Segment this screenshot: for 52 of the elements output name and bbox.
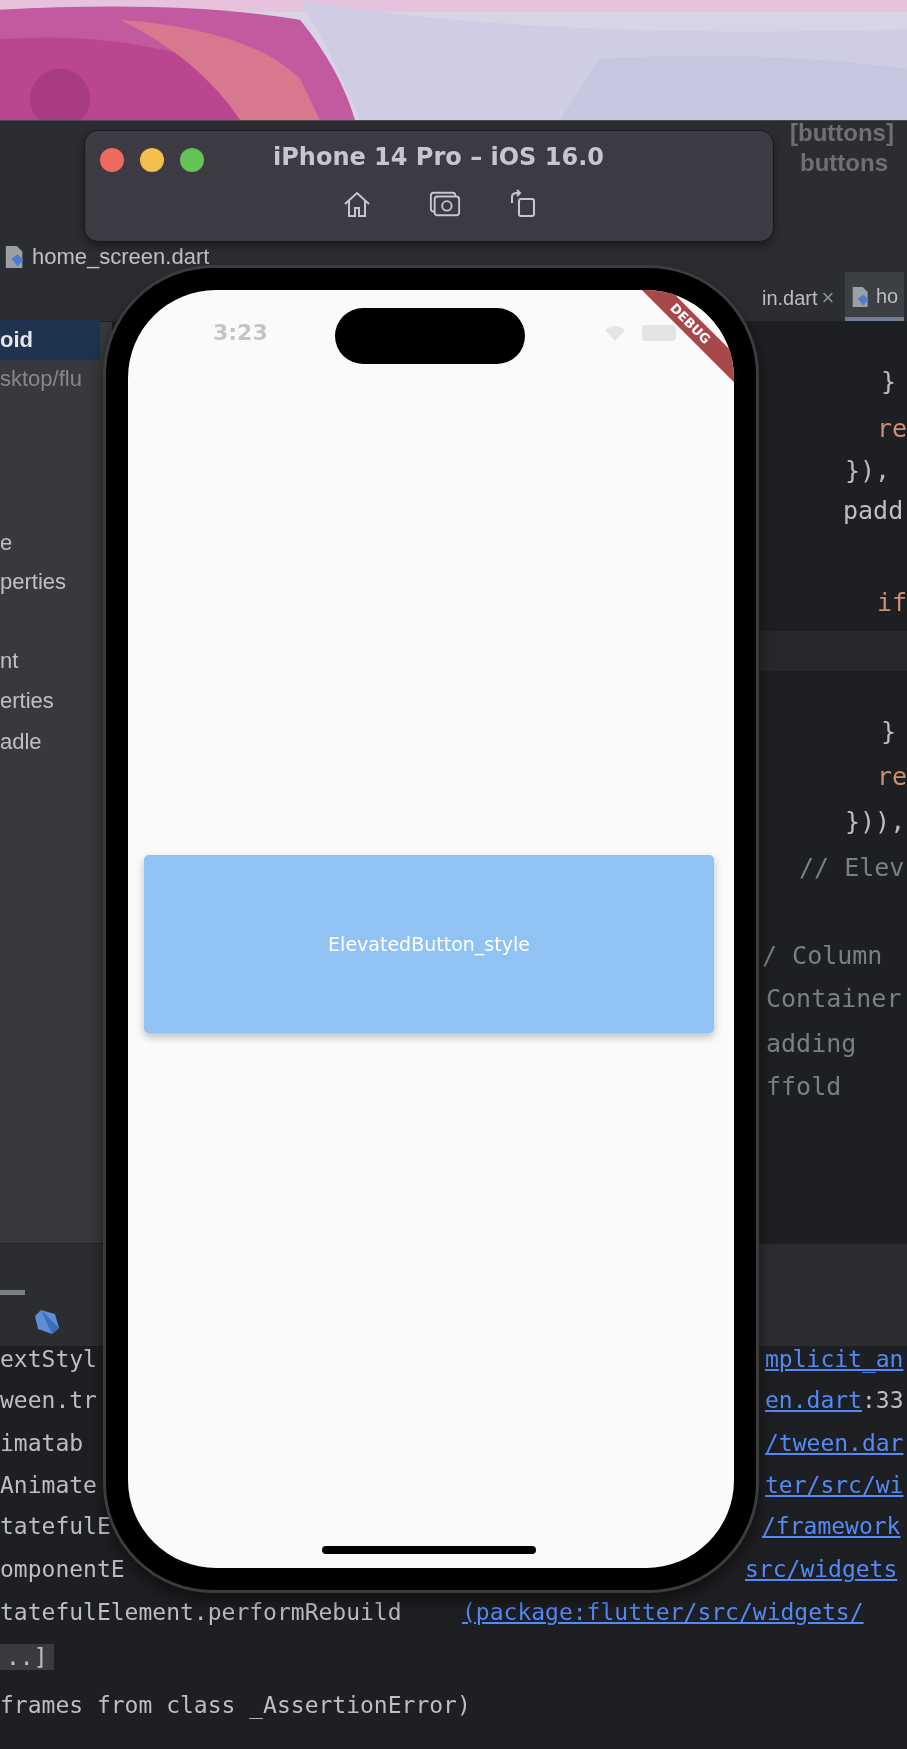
- console-link[interactable]: ter/src/wi: [765, 1472, 904, 1498]
- project-tree-item[interactable]: perties: [0, 562, 67, 602]
- close-button[interactable]: [100, 148, 124, 172]
- console-link[interactable]: en.dart: [765, 1387, 862, 1413]
- console-text: ween.tr: [0, 1387, 97, 1413]
- screenshot-icon[interactable]: [429, 189, 461, 219]
- project-tree-item[interactable]: erties: [0, 681, 54, 721]
- project-tree-item[interactable]: sktop/flu: [0, 359, 82, 399]
- console-text: tatefulE: [0, 1513, 111, 1539]
- console-text: tatefulElement.performRebuild: [0, 1599, 402, 1625]
- project-tree-item[interactable]: e: [0, 523, 13, 563]
- code-text: adding: [766, 1029, 857, 1058]
- console-text: imatab: [0, 1430, 84, 1456]
- dart-file-icon: [4, 244, 26, 270]
- console-link[interactable]: src/widgets: [745, 1556, 898, 1582]
- window-title: [buttons]: [790, 121, 894, 147]
- code-text: }: [881, 717, 897, 746]
- console-link[interactable]: (package:flutter/src/widgets/: [462, 1599, 864, 1625]
- code-text: }),: [845, 456, 891, 485]
- console-text: ..]: [0, 1644, 54, 1670]
- breadcrumb-file[interactable]: home_screen.dart: [32, 244, 210, 270]
- console-link[interactable]: /tween.dar: [765, 1430, 904, 1456]
- console-text: Animate: [0, 1472, 97, 1498]
- project-name: buttons: [800, 149, 888, 177]
- window-title: iPhone 14 Pro – iOS 16.0: [273, 143, 604, 171]
- project-tree-item[interactable]: adle: [0, 722, 42, 762]
- code-text: ffold: [766, 1072, 842, 1101]
- console-text: omponentE: [0, 1556, 125, 1582]
- console-link[interactable]: mplicit_an: [765, 1346, 904, 1372]
- editor-tab[interactable]: ho: [845, 272, 905, 321]
- code-text: padd: [843, 496, 904, 525]
- console-text: frames from class _AssertionError): [0, 1692, 471, 1718]
- project-tree-item[interactable]: oid: [0, 320, 100, 360]
- code-text: }: [881, 367, 897, 396]
- code-text: Container: [766, 984, 902, 1013]
- tab-indicator: [0, 1290, 25, 1295]
- code-text: re: [877, 762, 907, 791]
- code-text: re: [877, 414, 907, 443]
- console-link[interactable]: /framework: [762, 1513, 901, 1539]
- minimize-button[interactable]: [140, 148, 164, 172]
- code-text: })),: [845, 807, 906, 836]
- code-text: / Column: [762, 941, 883, 970]
- project-tree-item[interactable]: nt: [0, 641, 19, 681]
- dart-icon[interactable]: [32, 1307, 62, 1337]
- console-text: extStyl: [0, 1346, 97, 1372]
- zoom-button[interactable]: [180, 148, 204, 172]
- code-text: if: [877, 588, 907, 617]
- console-text: :33: [861, 1387, 904, 1413]
- dart-file-icon: [851, 284, 871, 309]
- code-text: // Elev: [799, 853, 905, 882]
- editor-tab[interactable]: in.dart ×: [762, 284, 835, 312]
- close-icon[interactable]: ×: [821, 285, 835, 311]
